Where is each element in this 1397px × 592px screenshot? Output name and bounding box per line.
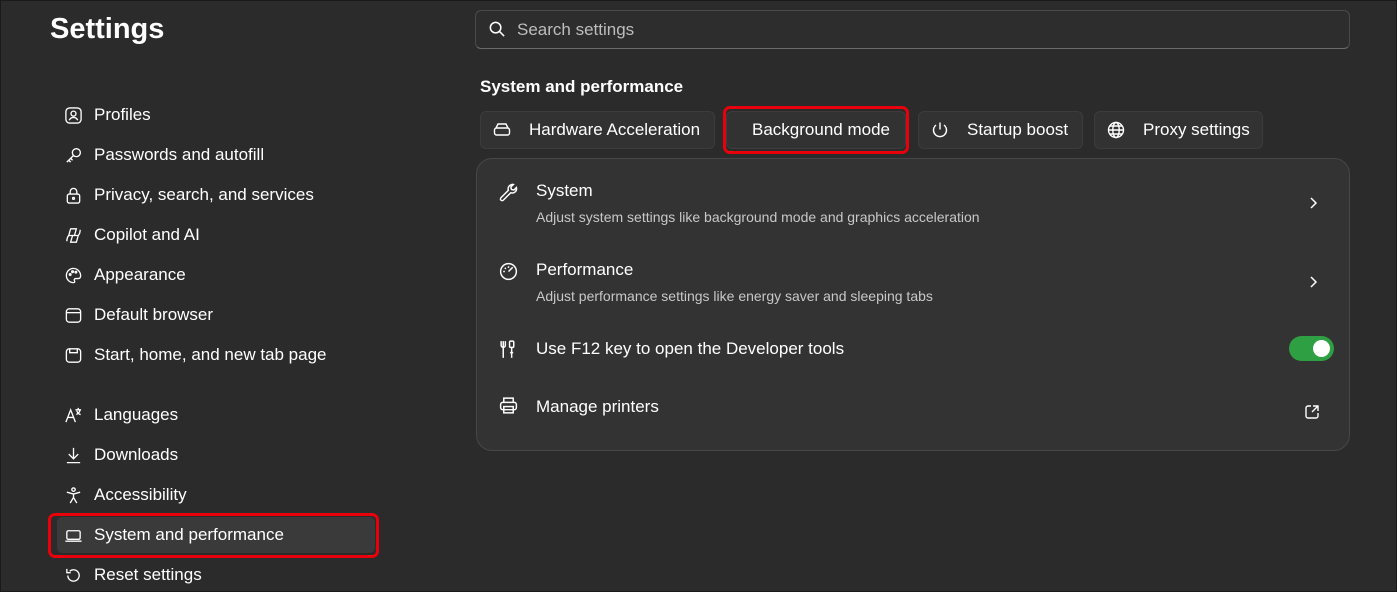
- sidebar-item-downloads[interactable]: Downloads: [57, 437, 375, 473]
- sidebar-item-copilot[interactable]: Copilot and AI: [57, 217, 375, 253]
- reset-icon: [63, 565, 83, 585]
- sidebar-item-label: Downloads: [94, 445, 179, 464]
- globe-icon: [1105, 119, 1127, 141]
- sidebar-item-label: Start, home, and new tab page: [94, 345, 327, 364]
- copilot-icon: [63, 225, 83, 245]
- chip-label: Hardware Acceleration: [529, 120, 701, 139]
- row-title: Manage printers: [536, 397, 659, 416]
- chip-hardware-acceleration[interactable]: Hardware Acceleration: [480, 111, 715, 149]
- sidebar-item-profiles[interactable]: Profiles: [57, 97, 375, 133]
- chip-label: Proxy settings: [1143, 120, 1250, 139]
- settings-window: Settings Profiles Passwords and autofill…: [0, 0, 1397, 592]
- printer-icon: [497, 394, 519, 416]
- sidebar-item-languages[interactable]: Languages: [57, 397, 375, 433]
- row-title: System: [536, 181, 593, 200]
- sidebar-item-label: System and performance: [94, 525, 284, 544]
- row-system[interactable]: System Adjust system settings like backg…: [477, 173, 1349, 239]
- devtools-toggle[interactable]: [1289, 336, 1334, 361]
- chip-label: Background mode: [752, 120, 890, 139]
- browser-icon: [63, 305, 83, 325]
- row-title: Performance: [536, 260, 634, 279]
- search-box[interactable]: [475, 10, 1350, 49]
- settings-card: System Adjust system settings like backg…: [476, 158, 1350, 451]
- sidebar-item-system-performance[interactable]: System and performance: [57, 517, 375, 553]
- search-icon: [488, 20, 507, 39]
- wrench-icon: [497, 181, 519, 203]
- sidebar-item-label: Languages: [94, 405, 179, 424]
- devtools-icon: [497, 338, 519, 360]
- sidebar-item-label: Appearance: [94, 265, 186, 284]
- chip-proxy-settings[interactable]: Proxy settings: [1094, 111, 1263, 149]
- home-tab-icon: [63, 345, 83, 365]
- languages-icon: [63, 405, 83, 425]
- chevron-right-icon: [1310, 276, 1318, 288]
- row-manage-printers[interactable]: Manage printers: [477, 389, 1349, 429]
- sidebar-item-label: Passwords and autofill: [94, 145, 265, 164]
- sidebar-item-accessibility[interactable]: Accessibility: [57, 477, 375, 513]
- download-icon: [63, 445, 83, 465]
- sidebar-item-label: Reset settings: [94, 565, 202, 584]
- sidebar-item-passwords[interactable]: Passwords and autofill: [57, 137, 375, 173]
- page-title: Settings: [50, 13, 165, 45]
- row-description: Adjust system settings like background m…: [536, 209, 980, 225]
- sidebar-item-label: Accessibility: [94, 485, 187, 504]
- row-description: Adjust performance settings like energy …: [536, 288, 933, 304]
- row-title: Use F12 key to open the Developer tools: [536, 339, 845, 358]
- chip-label: Startup boost: [967, 120, 1069, 139]
- laptop-icon: [63, 525, 83, 545]
- row-performance[interactable]: Performance Adjust performance settings …: [477, 252, 1349, 318]
- lock-icon: [63, 185, 83, 205]
- speedometer-icon: [497, 260, 519, 282]
- sidebar-item-label: Copilot and AI: [94, 225, 200, 244]
- chevron-right-icon: [1310, 197, 1318, 209]
- palette-icon: [63, 265, 83, 285]
- key-icon: [63, 145, 83, 165]
- search-input[interactable]: [517, 19, 1297, 40]
- section-title: System and performance: [480, 77, 684, 96]
- sidebar-item-reset[interactable]: Reset settings: [57, 557, 375, 592]
- sidebar-item-label: Default browser: [94, 305, 214, 324]
- sidebar-item-default-browser[interactable]: Default browser: [57, 297, 375, 333]
- sidebar-item-appearance[interactable]: Appearance: [57, 257, 375, 293]
- chip-background-mode[interactable]: Background mode: [726, 111, 906, 149]
- toggle-knob: [1313, 340, 1330, 357]
- chip-startup-boost[interactable]: Startup boost: [918, 111, 1083, 149]
- external-link-icon: [1305, 405, 1319, 419]
- sidebar-item-privacy[interactable]: Privacy, search, and services: [57, 177, 375, 213]
- hardware-icon: [491, 119, 513, 141]
- profile-icon: [63, 105, 83, 125]
- accessibility-icon: [63, 485, 83, 505]
- power-icon: [929, 119, 951, 141]
- sidebar-item-start-home[interactable]: Start, home, and new tab page: [57, 337, 375, 373]
- sidebar-item-label: Profiles: [94, 105, 151, 124]
- row-devtools: Use F12 key to open the Developer tools: [477, 331, 1349, 371]
- sidebar-item-label: Privacy, search, and services: [94, 185, 314, 204]
